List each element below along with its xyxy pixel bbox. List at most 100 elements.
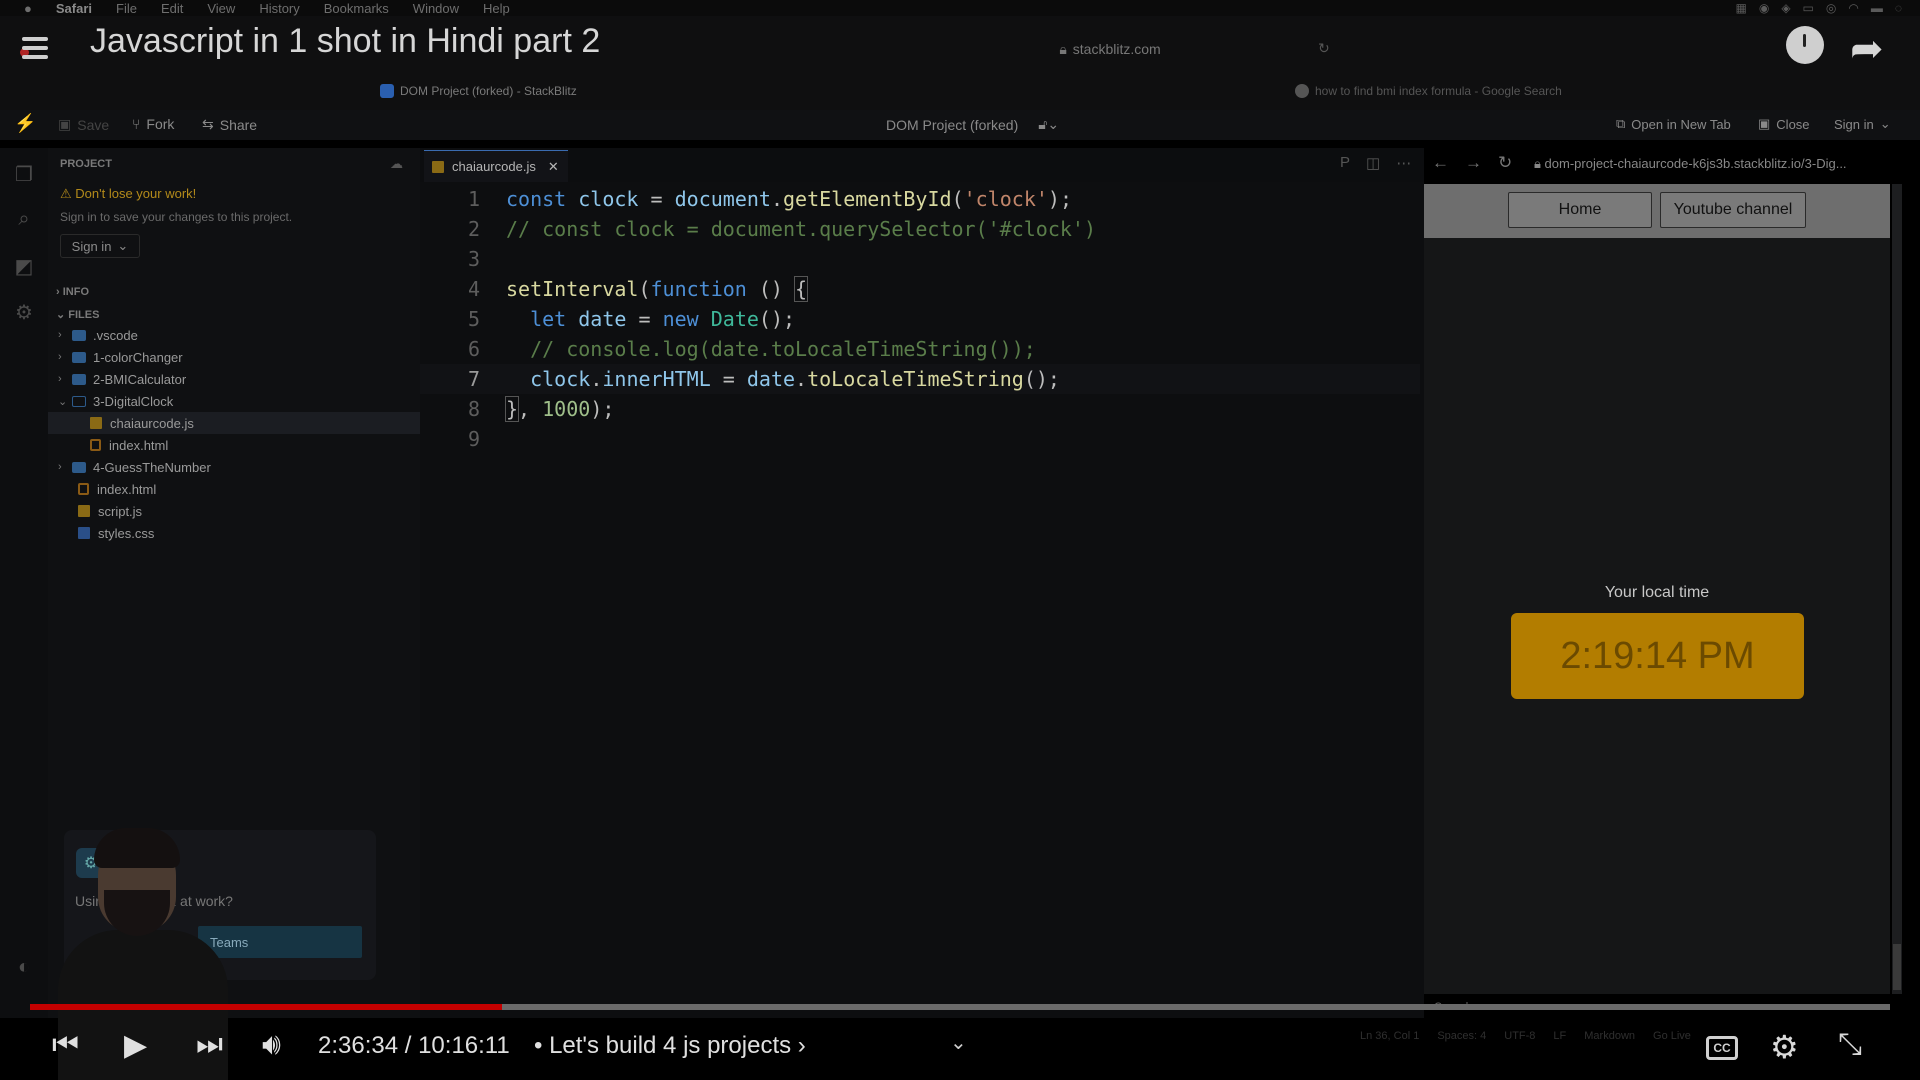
menu-help[interactable]: Help [483, 1, 510, 16]
next-icon[interactable]: ⏭ [196, 1028, 223, 1062]
files-icon[interactable]: ❐ [12, 162, 36, 186]
screen-icon[interactable]: ▭ [1803, 1, 1814, 15]
captions-icon[interactable]: CC [1706, 1036, 1738, 1060]
sign-in-button[interactable]: Sign in ⌄ [1834, 116, 1891, 132]
browser-tab-stackblitz[interactable]: DOM Project (forked) - StackBlitz [380, 82, 940, 100]
reload-icon[interactable]: ↻ [1318, 40, 1330, 57]
share-arrow-icon[interactable]: ➦ [1850, 26, 1884, 72]
fork-icon: ⑂ [132, 116, 141, 132]
grid-icon[interactable]: ▦ [1735, 1, 1746, 15]
chevron-down-icon[interactable]: ⌄ [950, 1030, 967, 1055]
cloud-icon[interactable]: ☁ [390, 156, 403, 172]
menu-file[interactable]: File [116, 1, 137, 16]
css-file-icon [78, 527, 90, 539]
folder-icon [72, 373, 86, 385]
menu-view[interactable]: View [207, 1, 235, 16]
tree-item-bmicalculator[interactable]: › 2-BMICalculator [48, 368, 420, 390]
code-line[interactable]: 6 // console.log(date.toLocaleTimeString… [420, 334, 1420, 364]
editor-actions: P ◫ ⋯ [1340, 154, 1411, 172]
chevron-right-icon: › [58, 351, 62, 363]
mac-menubar: ● Safari File Edit View History Bookmark… [0, 0, 1920, 16]
address-bar[interactable]: 🔒︎ stackblitz.com [890, 38, 1330, 60]
google-favicon-icon [1295, 84, 1309, 98]
warning-icon: ⚠ [60, 186, 76, 201]
menu-safari[interactable]: Safari [56, 1, 92, 16]
sidebar-sign-in-button[interactable]: Sign in ⌄ [60, 234, 140, 258]
refresh-icon[interactable]: ↻ [1498, 153, 1512, 173]
apple-icon[interactable]: ● [24, 1, 32, 16]
exit-fullscreen-icon[interactable]: ⤡ [1838, 1028, 1862, 1062]
home-button[interactable]: Home [1508, 192, 1652, 228]
code-line[interactable]: 1 const clock = document.getElementById('… [420, 184, 1420, 214]
html-file-icon [78, 483, 89, 495]
progress-played [30, 1004, 503, 1010]
code-line[interactable]: 5 let date = new Date(); [420, 304, 1420, 334]
info-section[interactable]: › INFO [56, 286, 89, 298]
back-arrow-icon[interactable]: ← [1432, 153, 1449, 173]
save-icon: ▣ [58, 116, 72, 132]
preview-scrollbar[interactable] [1892, 184, 1902, 994]
menu-history[interactable]: History [259, 1, 299, 16]
play-icon[interactable]: ▶ [124, 1028, 147, 1063]
code-line[interactable]: 2// const clock = document.querySelector… [420, 214, 1420, 244]
editor-tab-chaiaurcode[interactable]: chaiaurcode.js ✕ [424, 150, 568, 182]
extensions-icon[interactable]: ◩ [12, 254, 36, 278]
video-title[interactable]: Javascript in 1 shot in Hindi part 2 [90, 22, 600, 61]
siri-icon[interactable]: ◌ [1895, 1, 1902, 15]
save-button[interactable]: ▣ Save [58, 116, 109, 133]
prettier-icon[interactable]: P [1340, 154, 1350, 172]
files-section[interactable]: ⌄ FILES [56, 308, 99, 321]
stackblitz-favicon-icon [380, 84, 394, 98]
record-icon[interactable]: ◉ [1759, 1, 1769, 15]
more-icon[interactable]: ⋯ [1396, 154, 1411, 172]
playlist-menu-icon[interactable] [22, 32, 66, 62]
tree-item-chaiaurcode-js[interactable]: chaiaurcode.js [48, 412, 420, 434]
previous-icon[interactable]: ⏮ [52, 1028, 79, 1062]
menu-window[interactable]: Window [413, 1, 459, 16]
tree-item-vscode[interactable]: › .vscode [48, 324, 420, 346]
lock-icon: 🔒︎ [1059, 40, 1067, 57]
location-icon[interactable]: ◈ [1781, 1, 1790, 15]
code-line[interactable]: 3 [420, 244, 1420, 274]
tree-item-colorchanger[interactable]: › 1-colorChanger [48, 346, 420, 368]
chevron-right-icon: › [56, 286, 63, 298]
settings-gear-icon[interactable]: ⚙ [1770, 1028, 1799, 1066]
stackblitz-logo-icon[interactable]: ⚡ [14, 113, 36, 134]
menu-bookmarks[interactable]: Bookmarks [324, 1, 389, 16]
forward-arrow-icon[interactable]: → [1465, 153, 1482, 173]
tree-item-root-index-html[interactable]: index.html [48, 478, 420, 500]
code-line-current[interactable]: 7 clock.innerHTML = date.toLocaleTimeStr… [420, 364, 1420, 394]
tree-item-index-html[interactable]: index.html [48, 434, 420, 456]
watch-later-icon[interactable] [1786, 26, 1824, 64]
close-tab-icon[interactable]: ✕ [548, 159, 559, 175]
preview-scrollbar-thumb[interactable] [1893, 944, 1901, 990]
tree-item-script-js[interactable]: script.js [48, 500, 420, 522]
wifi-icon[interactable]: ◠ [1848, 1, 1858, 15]
tree-item-styles-css[interactable]: styles.css [48, 522, 420, 544]
settings-icon[interactable]: ⚙ [12, 300, 36, 324]
menu-edit[interactable]: Edit [161, 1, 183, 16]
fork-button[interactable]: ⑂ Fork [132, 116, 174, 132]
chapter-title[interactable]: • Let's build 4 js projects › [534, 1032, 806, 1060]
preview-nav-controls: ← → ↻ [1432, 153, 1512, 173]
chevron-right-icon: › [58, 373, 62, 385]
code-line[interactable]: 4 setInterval(function () { [420, 274, 1420, 304]
tree-item-guessthenumber[interactable]: › 4-GuessTheNumber [48, 456, 420, 478]
preview-url[interactable]: 🔒︎ dom-project-chaiaurcode-k6js3b.stackb… [1534, 156, 1847, 172]
code-line[interactable]: 9 [420, 424, 1420, 454]
tree-item-digitalclock[interactable]: ⌄ 3-DigitalClock [48, 390, 420, 412]
code-line[interactable]: 8}, 1000); [420, 394, 1420, 424]
battery-icon[interactable]: ▬ [1871, 1, 1883, 15]
close-panel-icon: ▣ [1758, 116, 1771, 131]
open-new-tab-button[interactable]: ⧉ Open in New Tab [1616, 116, 1731, 132]
browser-tab-google[interactable]: how to find bmi index formula - Google S… [1295, 82, 1655, 100]
youtube-channel-button[interactable]: Youtube channel [1660, 192, 1806, 228]
close-button[interactable]: ▣ Close [1758, 116, 1810, 132]
split-editor-icon[interactable]: ◫ [1366, 154, 1380, 172]
tab-label: DOM Project (forked) - StackBlitz [400, 84, 577, 98]
share-button[interactable]: ⇆ Share [202, 116, 257, 133]
volume-icon[interactable]: 🔊︎ [262, 1028, 281, 1062]
search-icon[interactable]: ⌕ [12, 208, 36, 232]
control-icon[interactable]: ◎ [1826, 1, 1836, 15]
project-title[interactable]: DOM Project (forked) 🔓︎⌄ [886, 116, 1059, 133]
